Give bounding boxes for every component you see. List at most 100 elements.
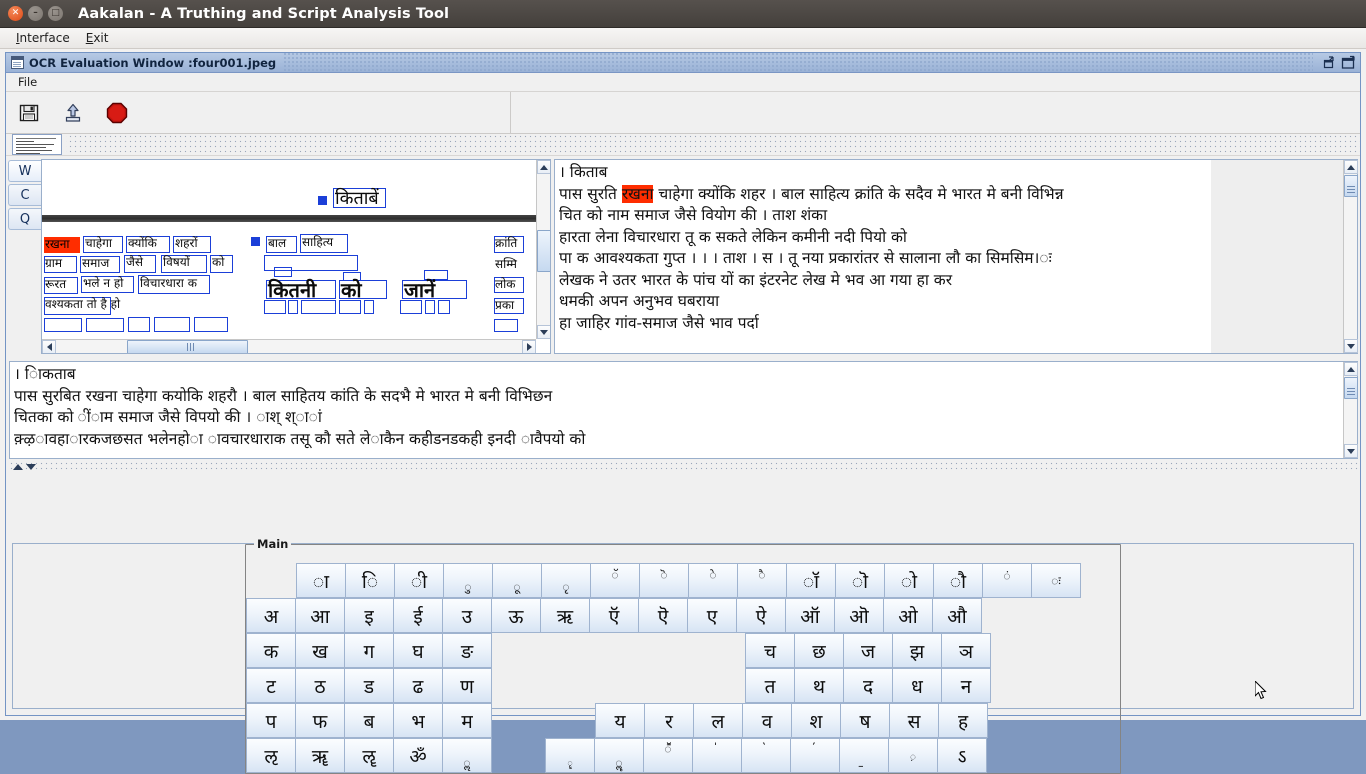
key-avagraha[interactable]: ऽ bbox=[937, 738, 987, 773]
key-matra-ai[interactable]: ै bbox=[737, 563, 787, 598]
key-vocalic-l[interactable]: ऌ bbox=[246, 738, 296, 773]
ocr-text-viewport[interactable]: । किताब पास सुरति रखना चाहेगा क्योंकि शह… bbox=[555, 160, 1343, 353]
key-matra-candra-e[interactable]: ॅ bbox=[590, 563, 640, 598]
key-matra-au[interactable]: ौ bbox=[933, 563, 983, 598]
key-ddha[interactable]: ढ bbox=[393, 668, 443, 703]
scroll-up-button[interactable] bbox=[1344, 362, 1358, 376]
scroll-left-button[interactable] bbox=[42, 340, 56, 354]
word-box[interactable] bbox=[86, 318, 124, 332]
key-nya[interactable]: ञ bbox=[941, 633, 991, 668]
word-box[interactable] bbox=[339, 300, 361, 314]
key-udatta-mark[interactable]: ॄ bbox=[545, 738, 595, 773]
key-matra-o[interactable]: ो bbox=[884, 563, 934, 598]
scroll-down-button[interactable] bbox=[1344, 339, 1358, 353]
internal-frame-titlebar[interactable]: OCR Evaluation Window :four001.jpeg bbox=[6, 53, 1360, 73]
restore-button[interactable] bbox=[1322, 55, 1338, 70]
key-dot-mark[interactable]: ़ bbox=[888, 738, 938, 773]
key-short-o[interactable]: ऒ bbox=[834, 598, 884, 633]
document-image-scrollpane[interactable]: किताबें रखना चाहेगा क्योंकि शहरों bbox=[41, 159, 551, 354]
key-pha[interactable]: फ bbox=[295, 703, 345, 738]
groundtruth-text-pane[interactable]: । ◌ािकताब पास सुरबित रखना चाहेगा कयोकि श… bbox=[9, 361, 1358, 459]
key-ba[interactable]: ब bbox=[344, 703, 394, 738]
key-gha[interactable]: घ bbox=[393, 633, 443, 668]
key-ya[interactable]: य bbox=[595, 703, 645, 738]
key-na[interactable]: न bbox=[941, 668, 991, 703]
minimize-button[interactable]: – bbox=[28, 6, 43, 21]
key-anudatta-mark[interactable]: ॒ bbox=[839, 738, 889, 773]
key-grave-mark[interactable]: ॔ bbox=[790, 738, 840, 773]
key-aa[interactable]: आ bbox=[295, 598, 345, 633]
key-vocalic-ll[interactable]: ॡ bbox=[344, 738, 394, 773]
key-e[interactable]: ए bbox=[687, 598, 737, 633]
word-box-marker[interactable] bbox=[251, 237, 260, 246]
groundtruth-vertical-scrollbar[interactable] bbox=[1343, 362, 1357, 458]
scroll-down-button[interactable] bbox=[537, 325, 551, 339]
key-vocalic-ll-matra[interactable]: ॣ bbox=[594, 738, 644, 773]
scroll-up-button[interactable] bbox=[1344, 160, 1358, 174]
key-nna[interactable]: ण bbox=[442, 668, 492, 703]
key-o[interactable]: ओ bbox=[883, 598, 933, 633]
key-matra-short-e[interactable]: ॆ bbox=[639, 563, 689, 598]
image-vertical-scrollbar[interactable] bbox=[536, 160, 550, 339]
menu-exit[interactable]: Exit bbox=[78, 29, 117, 47]
menu-interface[interactable]: Interface bbox=[8, 29, 78, 47]
ocr-vertical-scrollbar[interactable] bbox=[1343, 160, 1357, 353]
key-uu[interactable]: ऊ bbox=[491, 598, 541, 633]
maximize-button[interactable] bbox=[1341, 55, 1357, 70]
key-visarga[interactable]: ः bbox=[1031, 563, 1081, 598]
key-sha[interactable]: श bbox=[791, 703, 841, 738]
word-box[interactable] bbox=[438, 300, 450, 314]
key-nga[interactable]: ङ bbox=[442, 633, 492, 668]
key-matra-ri[interactable]: ृ bbox=[541, 563, 591, 598]
key-kha[interactable]: ख bbox=[295, 633, 345, 668]
floppy-save-icon[interactable] bbox=[16, 100, 42, 126]
key-dda[interactable]: ड bbox=[344, 668, 394, 703]
key-anusvara[interactable]: ं bbox=[982, 563, 1032, 598]
groundtruth-vscroll-thumb[interactable] bbox=[1344, 377, 1358, 399]
sidebar-item-c[interactable]: C bbox=[8, 184, 41, 206]
key-matra-e[interactable]: े bbox=[688, 563, 738, 598]
key-matra-short-o[interactable]: ॊ bbox=[835, 563, 885, 598]
word-box[interactable] bbox=[425, 300, 435, 314]
key-bha[interactable]: भ bbox=[393, 703, 443, 738]
image-horizontal-scrollbar[interactable] bbox=[42, 339, 536, 353]
key-ii[interactable]: ई bbox=[393, 598, 443, 633]
scroll-right-button[interactable] bbox=[522, 340, 536, 354]
scroll-down-button[interactable] bbox=[1344, 444, 1358, 458]
key-matra-ii[interactable]: ी bbox=[394, 563, 444, 598]
collapse-up-icon[interactable] bbox=[13, 464, 23, 470]
image-vscroll-thumb[interactable] bbox=[537, 230, 551, 272]
key-short-e[interactable]: ऎ bbox=[638, 598, 688, 633]
key-ri[interactable]: ऋ bbox=[540, 598, 590, 633]
key-sa[interactable]: स bbox=[889, 703, 939, 738]
upload-arrow-icon[interactable] bbox=[60, 100, 86, 126]
key-vocalic-rr[interactable]: ॠ bbox=[295, 738, 345, 773]
word-box[interactable] bbox=[44, 318, 82, 332]
scroll-up-button[interactable] bbox=[537, 160, 551, 174]
key-avagraha-mark[interactable]: ॑ bbox=[692, 738, 742, 773]
word-box-marker[interactable] bbox=[318, 196, 327, 205]
key-cha[interactable]: च bbox=[745, 633, 795, 668]
key-ai[interactable]: ऐ bbox=[736, 598, 786, 633]
key-candra-short[interactable]: ॕ bbox=[643, 738, 693, 773]
key-candra-o[interactable]: ऑ bbox=[785, 598, 835, 633]
word-box[interactable] bbox=[194, 317, 228, 332]
key-ja[interactable]: ज bbox=[843, 633, 893, 668]
word-box[interactable] bbox=[154, 317, 190, 332]
key-i[interactable]: इ bbox=[344, 598, 394, 633]
key-ra[interactable]: र bbox=[644, 703, 694, 738]
image-hscroll-thumb[interactable] bbox=[127, 340, 248, 354]
key-tta[interactable]: ट bbox=[246, 668, 296, 703]
key-ttha[interactable]: ठ bbox=[295, 668, 345, 703]
key-jha[interactable]: झ bbox=[892, 633, 942, 668]
key-dha[interactable]: ध bbox=[892, 668, 942, 703]
ocr-text-content[interactable]: । किताब पास सुरति रखना चाहेगा क्योंकि शह… bbox=[555, 160, 1211, 353]
groundtruth-text-content[interactable]: । ◌ािकताब पास सुरबित रखना चाहेगा कयोकि श… bbox=[10, 362, 1343, 458]
key-ta[interactable]: त bbox=[745, 668, 795, 703]
ocr-text-pane[interactable]: । किताब पास सुरति रखना चाहेगा क्योंकि शह… bbox=[554, 159, 1358, 354]
key-matra-i[interactable]: ि bbox=[345, 563, 395, 598]
document-image-canvas[interactable]: किताबें रखना चाहेगा क्योंकि शहरों bbox=[42, 160, 536, 339]
key-u[interactable]: उ bbox=[442, 598, 492, 633]
word-box[interactable] bbox=[364, 300, 374, 314]
key-ka[interactable]: क bbox=[246, 633, 296, 668]
